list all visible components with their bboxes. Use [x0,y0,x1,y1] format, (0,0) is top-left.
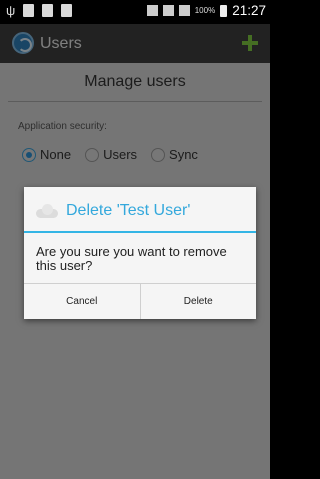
image-icon [61,4,72,17]
dialog-buttons: Cancel Delete [24,283,256,319]
dialog-message: Are you sure you want to remove this use… [36,244,227,273]
dialog-header: Delete 'Test User' [24,187,256,233]
sd-card-icon [23,4,34,17]
battery-icon [220,4,228,17]
cloud-icon [36,203,58,219]
cancel-button[interactable]: Cancel [24,284,140,319]
delete-user-dialog: Delete 'Test User' Are you sure you want… [24,187,256,319]
status-bar: ψ 100% 21:27 [0,0,270,24]
signal-icon [178,5,190,16]
usb-icon: ψ [6,3,16,18]
mute-icon [146,5,158,16]
dialog-title: Delete 'Test User' [66,202,191,219]
battery-percent: 100% [194,6,216,15]
delete-button[interactable]: Delete [139,284,257,319]
clock: 21:27 [232,3,266,18]
wifi-icon [162,5,174,16]
notification-icon [42,4,53,17]
